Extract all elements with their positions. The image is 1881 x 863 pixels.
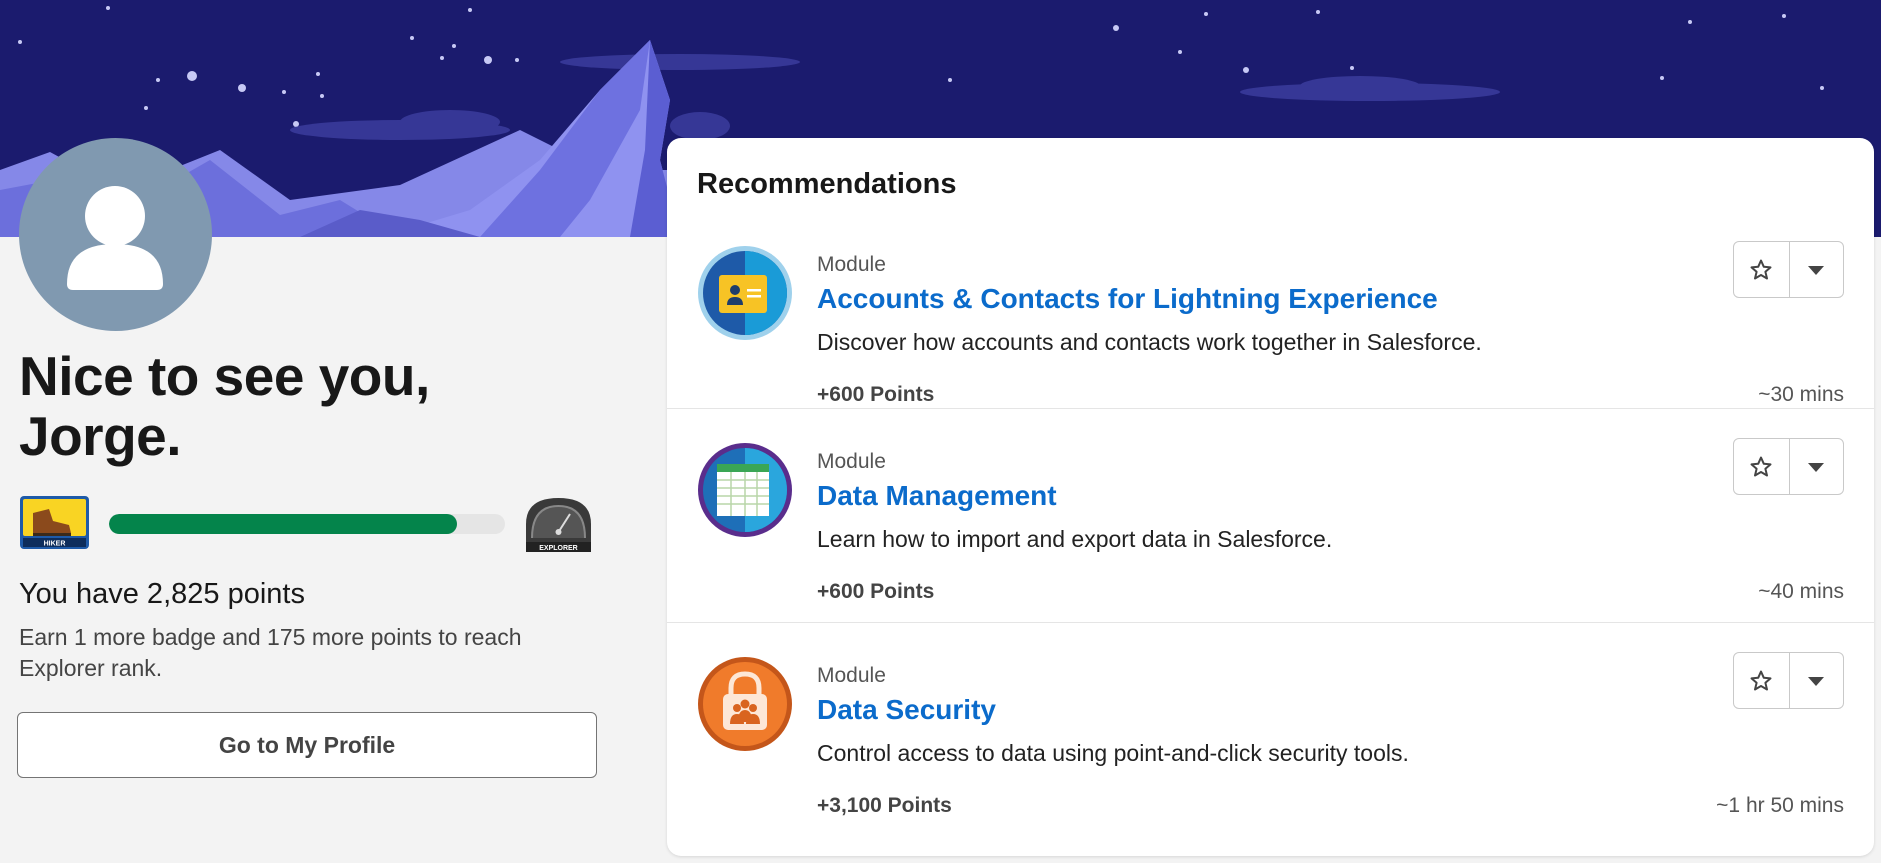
rank-progress-bar [109,514,505,534]
more-options-button[interactable] [1788,653,1844,708]
spreadsheet-icon [698,443,792,537]
hiker-badge-icon: HIKER [20,496,89,549]
recommendation-actions [1733,652,1844,709]
chevron-down-icon [1808,265,1825,275]
recommendation-description: Discover how accounts and contacts work … [817,329,1482,355]
recommendation-type: Module [817,664,886,687]
star-icon [1750,259,1772,279]
recommendation-item: Module Accounts & Contacts for Lightning… [667,231,1874,444]
greeting-heading: Nice to see you, Jorge. [19,345,430,467]
recommendation-title-link[interactable]: Data Management [817,480,1057,512]
chevron-down-icon [1808,462,1825,472]
rank-progress-fill [109,514,458,534]
recommendation-type: Module [817,253,886,276]
chevron-down-icon [1808,676,1825,686]
recommendation-duration: ~1 hr 50 mins [1716,794,1844,817]
padlock-icon [698,657,792,751]
divider [667,408,1874,409]
recommendation-actions [1733,438,1844,495]
recommendation-points: +600 Points [817,580,935,603]
svg-text:HIKER: HIKER [44,541,66,548]
recommendation-description: Learn how to import and export data in S… [817,526,1333,552]
points-total: You have 2,825 points [19,578,305,610]
recommendation-description: Control access to data using point-and-c… [817,740,1409,766]
star-icon [1750,456,1772,476]
recommendation-type: Module [817,450,886,473]
user-icon [67,186,163,290]
explorer-badge-icon: EXPLORER [526,498,591,552]
contact-card-icon [698,246,792,340]
recommendation-actions [1733,241,1844,298]
recommendation-duration: ~30 mins [1758,383,1844,406]
svg-text:EXPLORER: EXPLORER [539,545,578,552]
recommendation-points: +3,100 Points [817,794,952,817]
favorite-button[interactable] [1734,242,1789,297]
recommendation-points: +600 Points [817,383,935,406]
recommendations-card: Recommendations Module Accounts & Contac… [667,138,1874,856]
rank-progress: HIKER EXPLORER [19,495,599,555]
recommendation-title-link[interactable]: Data Security [817,694,996,726]
more-options-button[interactable] [1788,439,1844,494]
avatar[interactable] [19,138,212,331]
divider [667,622,1874,623]
recommendation-title-link[interactable]: Accounts & Contacts for Lightning Experi… [817,283,1438,315]
recommendation-item: Module Data Management Learn how to impo… [667,408,1874,641]
favorite-button[interactable] [1734,653,1789,708]
recommendation-duration: ~40 mins [1758,580,1844,603]
star-icon [1750,670,1772,690]
recommendations-title: Recommendations [697,168,957,200]
more-options-button[interactable] [1788,242,1844,297]
rank-hint: Earn 1 more badge and 175 more points to… [19,624,522,681]
favorite-button[interactable] [1734,439,1789,494]
go-to-profile-button[interactable]: Go to My Profile [17,712,597,778]
recommendation-item: Module Data Security Control access to d… [667,622,1874,855]
